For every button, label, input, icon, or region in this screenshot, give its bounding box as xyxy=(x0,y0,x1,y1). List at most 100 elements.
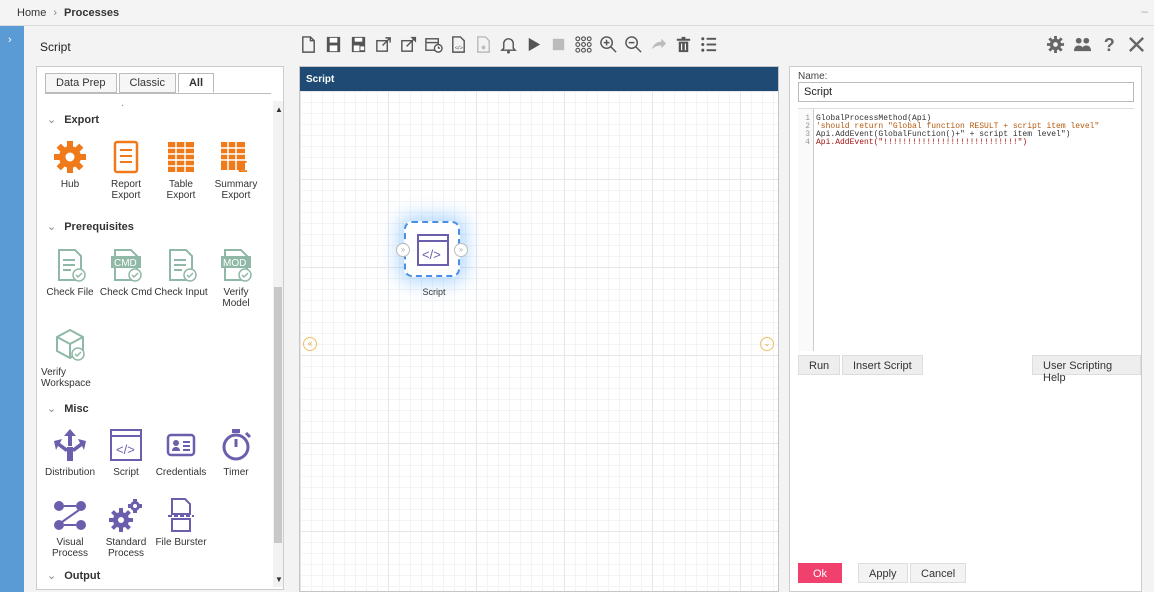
scroll-down-icon[interactable]: ▼ xyxy=(275,575,283,584)
node-input-port[interactable]: » xyxy=(396,243,410,257)
process-canvas[interactable]: Script </> » » Script « ⌄ xyxy=(299,66,779,592)
section-prerequisites[interactable]: ⌄ Prerequisites xyxy=(47,220,134,233)
code-icon[interactable]: </> xyxy=(449,33,468,55)
breadcrumb-home[interactable]: Home xyxy=(17,7,46,19)
forward-icon[interactable] xyxy=(649,33,668,55)
palette-item-report-export[interactable]: Report Export xyxy=(97,139,155,201)
scroll-up-icon[interactable]: ▲ xyxy=(275,105,283,114)
palette-item-standard-process[interactable]: Standard Process xyxy=(97,497,155,559)
collapsed-sidebar[interactable]: › xyxy=(0,26,24,592)
play-icon[interactable] xyxy=(524,33,543,55)
schedule-icon[interactable] xyxy=(424,33,443,55)
user-scripting-help-button[interactable]: User Scripting Help xyxy=(1032,355,1141,384)
tab-data-prep[interactable]: Data Prep xyxy=(45,73,117,93)
palette-item-timer[interactable]: Timer xyxy=(207,427,265,478)
canvas-grid[interactable]: </> » » Script « ⌄ xyxy=(300,91,778,591)
palette-item-table-export[interactable]: Table Export xyxy=(152,139,210,201)
properties-panel: Name: Script 1 GlobalProcessMethod(Api) 2… xyxy=(789,66,1142,592)
section-output[interactable]: ⌄ Output xyxy=(47,569,100,582)
settings-icon[interactable] xyxy=(1046,33,1065,55)
grid-icon[interactable] xyxy=(574,33,593,55)
script-node[interactable]: </> xyxy=(404,221,460,277)
canvas-header: Script xyxy=(300,67,778,91)
script-node-icon: </> xyxy=(417,234,449,266)
end-port-icon[interactable]: ⌄ xyxy=(760,337,774,351)
new-document-icon[interactable] xyxy=(299,33,318,55)
breadcrumb: Home › Processes xyxy=(17,7,119,19)
svg-text:CMD: CMD xyxy=(114,258,137,269)
toolbar: </> xyxy=(299,33,718,55)
palette-item-check-input[interactable]: Check Input xyxy=(152,247,210,298)
script-editor[interactable]: 1 GlobalProcessMethod(Api) 2'should retur… xyxy=(798,108,1134,351)
delete-icon[interactable] xyxy=(674,33,693,55)
svg-text:MOD: MOD xyxy=(223,258,246,269)
check-cmd-icon: CMD xyxy=(108,247,144,283)
start-port-icon[interactable]: « xyxy=(303,337,317,351)
palette-item-summary-export[interactable]: Σ Summary Export xyxy=(207,139,265,201)
palette-item-verify-model[interactable]: MOD Verify Model xyxy=(207,247,265,309)
svg-text:</>: </> xyxy=(422,247,441,262)
palette-tabs: Data Prep Classic All xyxy=(45,73,216,93)
zoom-in-icon[interactable] xyxy=(599,33,618,55)
visual-process-icon xyxy=(52,497,88,533)
palette-item-verify-workspace[interactable]: Verify Workspace xyxy=(41,327,99,389)
palette-body: . ⌄ Export Hub Report Export Table Export Σ… xyxy=(37,97,273,589)
palette-item-check-file[interactable]: Check File xyxy=(41,247,99,298)
node-label: Script xyxy=(422,287,446,297)
name-label: Name: xyxy=(798,71,828,82)
minimize-icon[interactable]: – xyxy=(1141,4,1148,18)
save-icon[interactable] xyxy=(324,33,343,55)
name-field[interactable]: Script xyxy=(798,82,1134,102)
credentials-icon xyxy=(163,427,199,463)
palette-item-check-cmd[interactable]: CMD Check Cmd xyxy=(97,247,155,298)
close-icon[interactable] xyxy=(1127,33,1146,55)
report-document-icon xyxy=(108,139,144,175)
script-icon: </> xyxy=(108,427,144,463)
palette-item-hub[interactable]: Hub xyxy=(41,139,99,190)
stop-icon[interactable] xyxy=(549,33,568,55)
verify-model-icon: MOD xyxy=(218,247,254,283)
svg-text:</>: </> xyxy=(116,442,135,457)
table-icon xyxy=(163,139,199,175)
file-burster-icon xyxy=(163,497,199,533)
main-area: Script </> ? Data Prep Classic All . ⌄ E… xyxy=(24,26,1154,592)
tab-classic[interactable]: Classic xyxy=(118,73,176,93)
ok-button[interactable]: Ok xyxy=(798,563,843,583)
palette-scrollbar-thumb[interactable] xyxy=(274,287,282,543)
tab-divider xyxy=(45,93,271,94)
timer-icon xyxy=(218,427,254,463)
check-file-icon xyxy=(52,247,88,283)
bell-icon[interactable] xyxy=(499,33,518,55)
palette-item-distribution[interactable]: Distribution xyxy=(41,427,99,478)
breadcrumb-current: Processes xyxy=(64,7,120,19)
palette-item-script[interactable]: </> Script xyxy=(97,427,155,478)
section-misc[interactable]: ⌄ Misc xyxy=(47,402,89,415)
zoom-out-icon[interactable] xyxy=(624,33,643,55)
standard-process-icon xyxy=(108,497,144,533)
tab-all[interactable]: All xyxy=(177,73,215,93)
help-icon[interactable]: ? xyxy=(1100,33,1119,55)
users-icon[interactable] xyxy=(1073,33,1092,55)
section-export[interactable]: ⌄ Export xyxy=(47,113,99,126)
save-as-icon[interactable] xyxy=(349,33,368,55)
summary-table-icon: Σ xyxy=(218,139,254,176)
verify-workspace-icon xyxy=(52,327,88,363)
insert-script-button[interactable]: Insert Script xyxy=(842,355,923,375)
document-title: Script xyxy=(40,40,71,54)
export-icon[interactable] xyxy=(399,33,418,55)
code-line[interactable]: 4 Api.AddEvent("!!!!!!!!!!!!!!!!!!!!!!!!!… xyxy=(798,138,1027,147)
list-icon[interactable] xyxy=(699,33,718,55)
svg-text:</>: </> xyxy=(455,45,464,51)
cancel-button[interactable]: Cancel xyxy=(910,563,967,583)
apply-button[interactable]: Apply xyxy=(858,563,908,583)
run-button[interactable]: Run xyxy=(798,355,841,375)
palette-item-file-burster[interactable]: File Burster xyxy=(152,497,210,548)
expand-icon[interactable]: › xyxy=(8,34,12,46)
palette-item-credentials[interactable]: Credentials xyxy=(152,427,210,478)
locked-document-icon[interactable] xyxy=(474,33,493,55)
node-output-port[interactable]: » xyxy=(454,243,468,257)
resize-icon[interactable] xyxy=(374,33,393,55)
palette-dot: . xyxy=(121,97,125,109)
palette-item-visual-process[interactable]: Visual Process xyxy=(41,497,99,559)
check-input-icon xyxy=(163,247,199,283)
